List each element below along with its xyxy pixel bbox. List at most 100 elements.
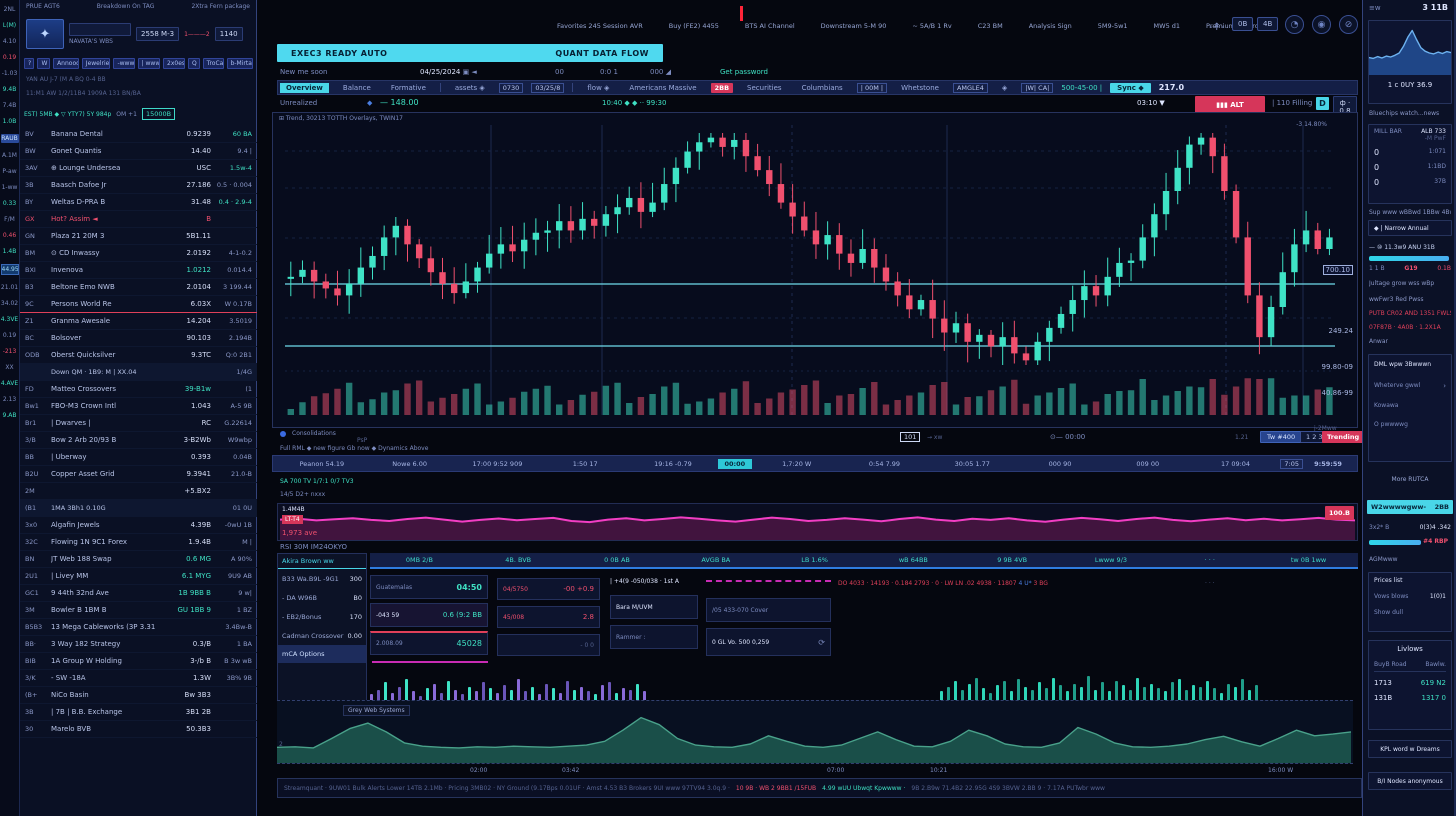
filter-chip[interactable]: W [37,58,50,69]
watch-row[interactable]: BY Weltas D-PRA B 31.48 0.4 · 2.9-4 [20,194,257,211]
chevron-right-icon[interactable]: › [1443,382,1446,390]
candlestick-chart-panel[interactable]: ⊞ Trend, 30213 TOTTH Overlays, TWIN17 -3… [272,112,1358,428]
watch-row[interactable]: GN Plaza 21 20M 3 5B1.11 [20,228,257,245]
metric-box-a2[interactable]: -043 590.6 (9:2 BB [370,603,488,627]
filter-chip[interactable]: -www [113,58,134,69]
tab-balance[interactable]: Balance [337,83,377,93]
filter-chip[interactable]: ? [24,58,34,69]
watch-row[interactable]: 3M Bowler B 1BM B GU 1BB 9 1 BZ [20,602,257,619]
filter-chip[interactable]: Q [188,58,200,69]
watch-row[interactable]: B3 Beltone Emo NWB 2.0104 3 199.44 [20,279,257,296]
field-0730[interactable]: 0730 [499,83,524,93]
menu-item[interactable]: Buy (FE2) 4455 [669,22,719,30]
badge-0b[interactable]: 0B [1232,17,1253,31]
edge-item[interactable]: 1.4B [1,248,19,255]
watch-row[interactable]: 3B | 7B | B.B. Exchange 3B1 2B [20,704,257,721]
colc-box2[interactable]: Rammer : [610,625,698,649]
watch-row[interactable]: BV Banana Dental 0.9239 60 BA [20,126,257,143]
edge-item[interactable]: 1.0B [1,118,19,125]
watch-row[interactable]: GX Hot? Assim ◄ B [20,211,257,228]
menu-item[interactable]: ~ 5A/B 1 Rv [912,22,951,30]
sync-button[interactable]: Sync ◆ [1110,83,1151,93]
bottom-list-row[interactable]: Cadman Crossover0.00 [278,626,366,645]
bottom-list-selected[interactable]: mCA Options [278,645,366,663]
watch-row[interactable]: 3B Baasch Dafoe Jr 27.186 0.5 · 0.004 [20,177,257,194]
date-field[interactable]: 04/25/2024 ▣ ◄ [420,68,477,76]
dml-row2[interactable]: Wheterve gwwl [1374,382,1420,390]
watch-header-box[interactable]: 15000B [142,108,175,120]
watch-row[interactable]: GC1 9 44th 32nd Ave 1B 9BB B 9 w| [20,585,257,602]
depth-area-panel[interactable]: Grey Web Systems 2 [277,700,1353,764]
metric-box-b3[interactable]: - 0 0 [497,634,600,656]
menu-item[interactable]: C23 BM [978,22,1003,30]
watch-row[interactable]: BN JT Web 188 Swap 0.6 MG A 90% [20,551,257,568]
diamond-icon[interactable]: ◈ [996,83,1013,93]
password-link[interactable]: Get password [720,68,768,76]
refresh-icon[interactable]: ⟳ [818,638,825,647]
tab-overview[interactable]: Overview [280,83,329,93]
more-button[interactable]: More RUTCA [1369,476,1451,483]
watch-row[interactable]: FD Matteo Crossovers 39-B1w (1 [20,381,257,398]
watch-row[interactable]: (B+ NiCo Basin Bw 3B3 [20,687,257,704]
nodes-button[interactable]: B/I Nodes anonymous [1368,772,1452,790]
edge-item[interactable]: 7.4B [1,102,19,109]
edge-item[interactable]: P-aw [1,168,19,175]
metric-box-b2[interactable]: 45/0082.8 [497,606,600,628]
mini-chart-card[interactable]: 1 c 0UY 36.9 [1368,20,1452,104]
search-input[interactable]: 2558 M-3 [136,27,179,41]
metric-box-a1[interactable]: Guatemalas04:50 [370,575,488,599]
edge-item[interactable]: RAUB [1,134,19,143]
watch-row[interactable]: 3AV ⊕ Lounge Undersea USC 1.5w-4 [20,160,257,177]
bar-count-box[interactable]: 101 [900,432,920,442]
watch-row[interactable]: 3x0 Algafin Jewels 4.39B -0wU 1B [20,517,257,534]
metric-box-a3[interactable]: 2.008.0945028 [370,631,488,655]
gauge-icon[interactable]: ◔ [1285,15,1304,34]
cold-box2[interactable]: 0 GL Vo. 500 0,259 ⟳ [706,628,831,656]
candlestick-chart[interactable] [285,125,1335,417]
watch-row[interactable]: BIB 1A Group W Holding 3-/b B B 3w wB [20,653,257,670]
securities-item[interactable]: Securities [741,83,788,93]
menu-item[interactable]: Downstream 5-M 90 [821,22,887,30]
watch-row[interactable]: Br1 | Dwarves | RC G.22614 [20,415,257,432]
bottom-list-row[interactable]: B33 Wa.B9L -9G1300 [278,569,366,588]
edge-item[interactable]: 34.02 [1,300,19,307]
watch-row[interactable]: BM ⊙ CD Inwassy 2.0192 4-1-0.2 [20,245,257,262]
bottom-dots[interactable]: · · · [1205,580,1215,587]
tier-button[interactable]: Tw #400 [1260,431,1302,443]
watch-row[interactable]: 3/B Bow 2 Arb 20/93 B 3-B2Wb W9wbp [20,432,257,449]
watch-row[interactable]: 9C Persons World Re 6.03X W 0.17B [20,296,257,313]
watch-row[interactable]: 30 Marelo BVB 50.3B3 [20,721,257,738]
edge-item[interactable]: 0.46 [1,232,19,239]
live-badge[interactable]: 2BB [711,83,733,93]
watch-row[interactable]: BB· 3 Way 182 Strategy 0.3/B 1 BA [20,636,257,653]
filter-chip[interactable]: Jewelries [82,58,111,69]
filter-chip[interactable]: 2x0es [163,58,185,69]
edge-item[interactable]: A.1M [1,152,19,159]
metric-box-b1[interactable]: 04/5750-00 +0.9 [497,578,600,600]
dml-row4[interactable]: O pwwwwg [1374,421,1446,428]
edge-item[interactable]: F/M [1,216,19,223]
timebar-box[interactable]: 7:05 [1280,459,1303,469]
watch-row[interactable]: ODB Oberst Quicksilver 9.3TC Q:0 2B1 [20,347,257,364]
sell-alert-button[interactable]: ▮▮▮ ALT [1195,96,1265,113]
watch-row[interactable]: BB | Uberway 0.393 0.04B [20,449,257,466]
filter-chip[interactable]: b-Mirtar [227,58,253,69]
watch-row[interactable]: 32C Flowing 1N 9C1 Forex 1.9.4B M | [20,534,257,551]
watch-row[interactable]: Down QM · 1B9: M | XX.04 1/4G [20,364,257,381]
edge-item[interactable]: 2NL [1,6,19,13]
tab-formative[interactable]: Formative [385,83,432,93]
watch-row[interactable]: BXI Invenova 1.0212 0.014.4 [20,262,257,279]
narrow-annual-row[interactable]: ◆ | Narrow Annual [1368,220,1452,236]
menu-item[interactable]: MW5 d1 [1154,22,1181,30]
edge-item[interactable]: 0.19 [1,332,19,339]
d-toggle[interactable]: D [1316,97,1329,110]
filter-chip[interactable]: | www [138,58,160,69]
show-all-link[interactable]: Show dull [1374,609,1446,616]
edge-item[interactable]: 21.01 [1,284,19,291]
edge-item[interactable]: 4.10 [1,38,19,45]
trending-button[interactable]: Trending [1322,431,1364,443]
oscillator-panel[interactable]: 1.4M4B LT-T4 1,973 ave 100.B [277,503,1358,541]
edge-item[interactable]: 4.AVE [1,380,19,387]
menu-item[interactable]: BTS AI Channel [745,22,795,30]
watch-row[interactable]: (B1 1MA 3Bh1 0.10G 01 0U [20,500,257,517]
